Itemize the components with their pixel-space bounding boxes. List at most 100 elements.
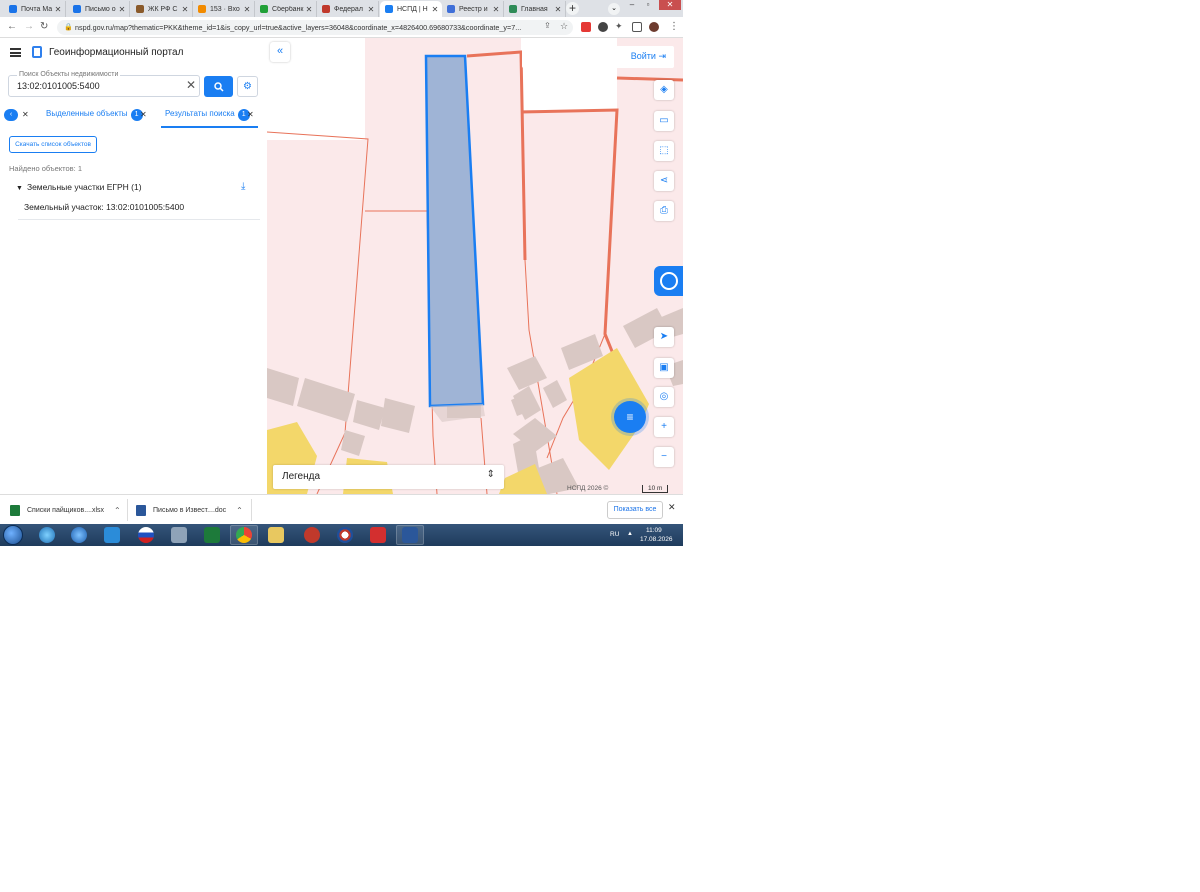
clear-icon[interactable]: ✕ [186,78,196,92]
extension-icon[interactable] [598,22,608,32]
tab-close-icon[interactable]: ✕ [54,5,62,14]
download-item[interactable]: Списки пайщиков....xlsx ⌃ [10,501,121,519]
app-icon[interactable] [337,527,353,543]
login-button[interactable]: Войти ⇥ [631,51,666,62]
locate-arrow-icon[interactable]: ➤ [654,327,674,347]
tab-search-icon[interactable]: ⌄ [608,3,620,15]
map-building [341,430,365,456]
geolocation-icon[interactable]: ◎ [654,387,674,407]
chevron-down-icon[interactable]: ▼ [16,185,23,192]
tab-close-icon[interactable]: ✕ [305,5,313,14]
browser-tab[interactable]: Главная ✕ [504,1,566,17]
word-icon[interactable] [402,527,418,543]
browser-tab[interactable]: Федерал ✕ [317,1,379,17]
ruler-icon[interactable]: ▭ [654,111,674,131]
filter-settings-button[interactable]: ⚙ [237,76,258,97]
app-icon[interactable] [171,527,187,543]
tab-favicon-icon [447,5,455,13]
tab-close-icon[interactable]: ✕ [22,110,29,119]
tab-close-icon[interactable]: ✕ [554,5,562,14]
map-view-mode-icon[interactable]: ▣ [654,358,674,378]
download-list-button[interactable]: Скачать список объектов [9,136,97,153]
tray-arrow-icon[interactable]: ▲ [627,531,633,537]
tab-search-results[interactable]: Результаты поиска 1 [165,109,250,121]
tab-close-icon[interactable]: ✕ [247,110,254,119]
tab-favicon-icon [509,5,517,13]
close-icon[interactable]: ✕ [668,502,676,513]
layers-icon[interactable]: ◈ [654,80,674,100]
profile-avatar[interactable] [649,22,659,32]
browser-tab[interactable]: Сбербанк ✕ [255,1,317,17]
browser-tab[interactable]: ЖК РФ С ✕ [131,1,193,17]
browser-tab[interactable]: Почта Ма ✕ [4,1,66,17]
russia-flag-icon[interactable] [138,527,154,543]
visual-studio-icon[interactable] [104,527,120,543]
show-all-downloads-button[interactable]: Показать все [607,501,663,519]
tab-selected-objects[interactable]: Выделенные объекты 1 [46,109,143,121]
clock-date[interactable]: 17.08.2026 [640,536,673,543]
chrome-icon[interactable] [236,527,252,543]
tab-close-icon[interactable]: ✕ [181,5,189,14]
search-input[interactable]: Поиск Объекты недвижимости 13:02:0101005… [8,71,200,97]
browser-tab[interactable]: Реестр и ✕ [442,1,504,17]
browser-menu-icon[interactable]: ⋮ [669,21,679,32]
tabs-scroll-left-icon[interactable]: ‹ [4,109,18,121]
share-page-icon[interactable]: ⇪ [544,21,551,30]
zoom-out-button[interactable]: − [654,447,674,467]
tab-close-icon[interactable]: ✕ [118,5,126,14]
menu-icon[interactable] [10,48,21,57]
browser-tab[interactable]: Письмо о ✕ [68,1,130,17]
tab-close-icon[interactable]: ✕ [492,5,500,14]
url-text: nspd.gov.ru/map?thematic=PKK&theme_id=1&… [75,23,522,32]
clock-time[interactable]: 11:09 [646,527,662,534]
language-indicator[interactable]: RU [610,531,619,538]
download-item-name: Письмо в Извест....doc [153,506,227,514]
window-close-icon[interactable]: ✕ [659,0,681,10]
download-icon[interactable]: ⤓ [241,181,245,192]
tab-close-icon[interactable]: ✕ [367,5,375,14]
app-icon[interactable] [304,527,320,543]
bookmark-star-icon[interactable]: ☆ [560,21,568,32]
gosuslugi-widget-button[interactable] [654,266,683,296]
extension-icon[interactable] [581,22,591,32]
legend-select[interactable]: Легенда ⇕ [273,465,504,489]
map-building [353,400,385,430]
zoom-in-button[interactable]: + [654,417,674,437]
edge-icon[interactable] [39,527,55,543]
start-button[interactable] [3,525,23,545]
maximize-icon[interactable]: ▫ [643,0,653,10]
reload-icon[interactable]: ↻ [40,21,48,32]
parcel-boundary-bold [466,50,527,261]
back-icon[interactable]: ← [7,21,17,32]
internet-explorer-icon[interactable] [71,527,87,543]
side-panel-icon[interactable] [632,22,642,32]
minimize-icon[interactable]: – [627,0,637,10]
url-field[interactable]: 🔒 nspd.gov.ru/map?thematic=PKK&theme_id=… [57,20,573,35]
acrobat-icon[interactable] [370,527,386,543]
forward-icon[interactable]: → [24,21,34,32]
excel-file-icon [10,504,20,516]
share-icon[interactable]: ⋖ [654,171,674,191]
print-icon[interactable]: ⎙ [654,201,674,221]
chat-icon[interactable]: ≡ [614,401,646,433]
legend-label: Легенда [282,471,321,482]
tab-close-icon[interactable]: ✕ [243,5,251,14]
browser-tab[interactable]: НСПД | Н ✕ [380,1,442,17]
map-building [543,380,567,408]
extensions-puzzle-icon[interactable]: ✦ [615,21,623,32]
collapse-panel-button[interactable]: « [270,42,290,62]
download-item[interactable]: Письмо в Извест....doc ⌃ [136,501,243,519]
result-group-header[interactable]: ▼ Земельные участки ЕГРН (1) [16,182,142,192]
chevron-up-icon[interactable]: ⌃ [114,506,121,515]
browser-tab[interactable]: 153 · Вхо ✕ [193,1,255,17]
tab-close-icon[interactable]: ✕ [140,110,147,119]
new-tab-button[interactable]: + [566,2,579,15]
result-item[interactable]: Земельный участок: 13:02:0101005:5400 [24,202,184,212]
select-area-icon[interactable]: ⬚ [654,141,674,161]
map-view[interactable]: « Войти ⇥ ◈ ▭ ⬚ ⋖ ⎙ ➤ ▣ ◎ + − ≡ Легенда … [267,38,683,494]
tab-close-icon[interactable]: ✕ [431,5,439,14]
chevron-up-icon[interactable]: ⌃ [236,506,243,515]
excel-icon[interactable] [204,527,220,543]
file-explorer-icon[interactable] [268,527,284,543]
search-button[interactable] [204,76,233,97]
